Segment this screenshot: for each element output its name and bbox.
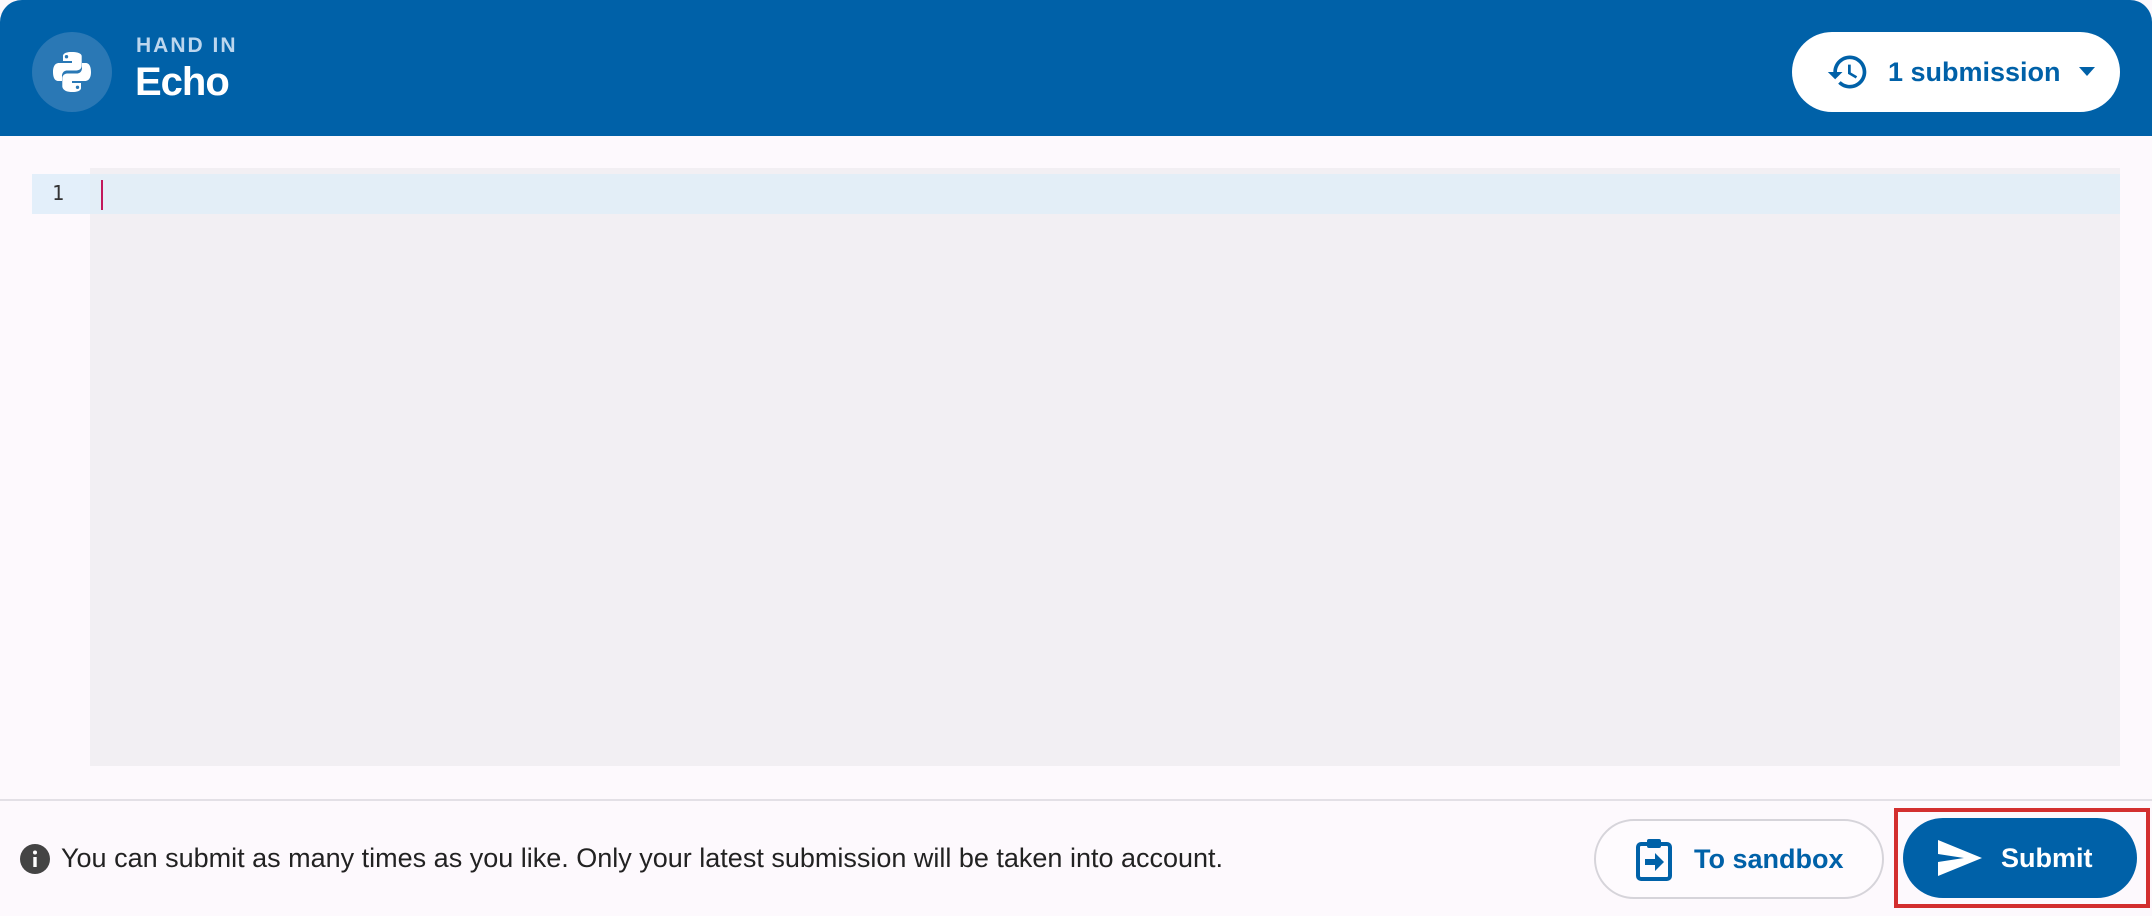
submit-label: Submit: [2001, 842, 2093, 873]
code-editor[interactable]: [90, 168, 2120, 766]
history-icon: [1827, 55, 1867, 89]
active-line: [90, 174, 2120, 214]
info-icon: [20, 844, 50, 874]
text-cursor: [101, 180, 103, 210]
python-logo-icon: [32, 32, 112, 112]
header-bar: HAND IN Echo 1 submission: [0, 0, 2152, 136]
footer-divider: [0, 799, 2152, 801]
submit-button[interactable]: Submit: [1903, 818, 2137, 898]
caret-down-icon: [2078, 67, 2095, 76]
page-title: Echo: [135, 60, 230, 104]
info-message: You can submit as many times as you like…: [61, 843, 1224, 873]
to-sandbox-button[interactable]: To sandbox: [1594, 819, 1884, 899]
send-icon: [1938, 840, 1982, 876]
hand-in-panel: HAND IN Echo 1 submission 1 You can subm…: [0, 0, 2152, 916]
clipboard-arrow-icon: [1636, 839, 1672, 881]
header-eyebrow: HAND IN: [136, 34, 238, 57]
submissions-dropdown-button[interactable]: 1 submission: [1792, 32, 2120, 112]
line-number: 1: [52, 181, 65, 205]
to-sandbox-label: To sandbox: [1694, 843, 1844, 874]
submissions-label: 1 submission: [1888, 56, 2061, 87]
